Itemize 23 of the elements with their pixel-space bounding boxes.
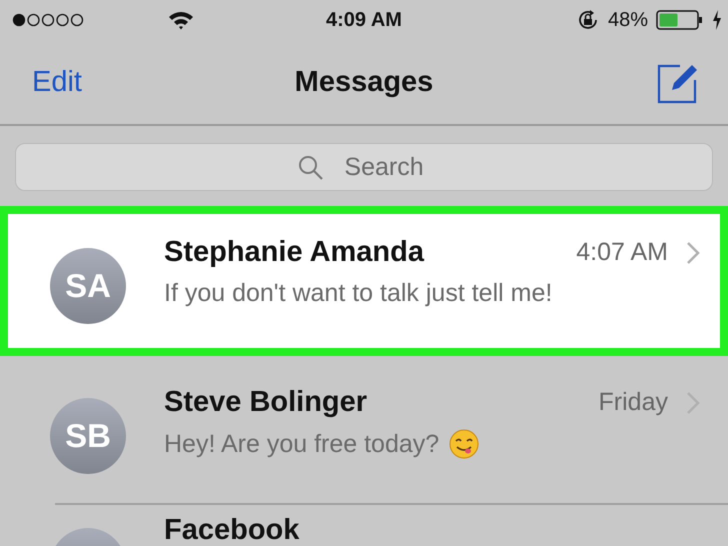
message-preview: If you don't want to talk just tell me!: [164, 279, 552, 308]
avatar-initials: SB: [65, 417, 111, 455]
battery-percent: 48%: [608, 8, 648, 32]
message-preview: Hey! Are you free today?: [164, 430, 440, 458]
battery-icon: [656, 10, 704, 30]
search-field[interactable]: Search: [15, 143, 713, 191]
screen-title: Messages: [294, 66, 434, 98]
signal-icon: [12, 13, 86, 27]
conversation-row[interactable]: Facebook: [0, 506, 728, 546]
conversation-row[interactable]: SA Stephanie Amanda 4:07 AM If you don't want to talk just tell me!: [0, 206, 728, 356]
wifi-icon: [168, 10, 194, 30]
chevron-icon: [686, 390, 700, 414]
edit-button[interactable]: Edit: [32, 66, 82, 98]
message-time: Friday: [598, 388, 668, 417]
charging-bolt-icon: [712, 10, 722, 30]
contact-name: Stephanie Amanda: [164, 236, 424, 269]
message-time: 4:07 AM: [576, 238, 668, 267]
contact-name: Facebook: [164, 516, 300, 545]
avatar-initials: SA: [65, 267, 111, 305]
contact-name: Steve Bolinger: [164, 386, 368, 419]
chevron-icon: [686, 240, 700, 264]
status-time: 4:09 AM: [326, 8, 402, 32]
conversation-row[interactable]: SB Steve Bolinger Friday Hey! Are you free today?: [0, 356, 728, 506]
